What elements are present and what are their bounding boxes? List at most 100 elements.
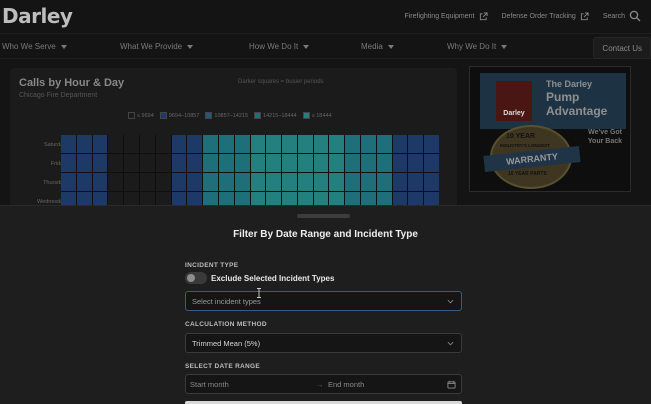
card-title: Calls by Hour & Day: [19, 77, 125, 89]
heatmap-cell: [282, 135, 297, 153]
nav-who-we-serve[interactable]: Who We Serve: [2, 42, 67, 51]
heatmap-cell: [392, 154, 408, 172]
heatmap-cell: [408, 173, 424, 191]
heatmap-cell: [345, 173, 361, 191]
heatmap-cell: [424, 154, 439, 172]
badge-subtitle: INDUSTRY'S LONGEST: [500, 143, 550, 148]
heatmap-cell: [313, 154, 329, 172]
badge-years: 10 YEAR: [506, 133, 536, 140]
heatmap-cell: [203, 173, 218, 191]
top-link-firefighting-equipment[interactable]: Firefighting Equipment: [404, 11, 488, 21]
pump-advantage-ad[interactable]: Darley The Darley Pump Advantage 10 YEAR…: [469, 66, 631, 192]
caret-down-icon: [303, 44, 310, 49]
exclude-incident-types-toggle[interactable]: [185, 272, 207, 284]
legend-item[interactable]: 14215–18444: [254, 112, 297, 119]
calendar-icon: [447, 380, 456, 389]
main-nav: Who We Serve What We Provide How We Do I…: [0, 33, 651, 59]
nav-media[interactable]: Media: [361, 42, 394, 51]
heatmap-cell: [297, 173, 313, 191]
legend-item[interactable]: ≤ 9694: [128, 112, 154, 119]
heatmap-cell: [187, 135, 203, 153]
heatmap-cell: [203, 135, 218, 153]
caret-down-icon: [387, 44, 394, 49]
legend-swatch: [205, 112, 213, 119]
text-cursor-icon: [257, 288, 261, 298]
darley-logo[interactable]: Darley: [2, 4, 73, 28]
heatmap-legend: ≤ 9694 9694–10857 10857–14215 14215–1844…: [128, 112, 332, 119]
calls-heatmap-card: Calls by Hour & Day Chicago Fire Departm…: [10, 68, 457, 218]
ad-line: Pump: [546, 90, 580, 104]
heatmap-cell: [297, 135, 313, 153]
heatmap-cell: [250, 173, 266, 191]
heatmap-cell: [266, 135, 282, 153]
contact-us-button[interactable]: Contact Us: [593, 37, 651, 59]
nav-how-we-do-it[interactable]: How We Do It: [249, 42, 310, 51]
search-icon: [629, 10, 641, 22]
date-range-label: SELECT DATE RANGE: [185, 363, 261, 370]
heatmap-cell: [376, 173, 392, 191]
heatmap-cell: [218, 173, 234, 191]
calculation-method-label: CALCULATION METHOD: [185, 321, 267, 328]
heatmap-cell: [234, 154, 250, 172]
badge-parts: 10 YEAR PARTS: [508, 171, 547, 177]
chevron-down-icon: [447, 341, 454, 346]
date-range-picker[interactable]: Start month → End month: [185, 374, 462, 394]
heatmap-cell: [361, 173, 376, 191]
sheet-drag-handle[interactable]: [297, 214, 350, 218]
top-link-defense-order-tracking[interactable]: Defense Order Tracking: [502, 11, 589, 21]
incident-type-select[interactable]: Select incident types: [185, 291, 462, 311]
calculation-method-value: Trimmed Mean (5%): [192, 339, 261, 348]
heatmap-cell: [361, 154, 376, 172]
heatmap-cell: [361, 135, 376, 153]
heatmap-cell: [345, 135, 361, 153]
heatmap-cell: [424, 135, 439, 153]
heatmap-cell: [61, 173, 76, 191]
end-month-input[interactable]: End month: [328, 380, 364, 389]
heatmap-cell: [345, 154, 361, 172]
heatmap-cell: [76, 135, 92, 153]
top-link-search[interactable]: Search: [603, 10, 641, 22]
heatmap-cell: [139, 154, 155, 172]
legend-swatch: [159, 112, 167, 119]
heatmap-cell: [76, 173, 92, 191]
heatmap-cell: [187, 173, 203, 191]
sheet-title: Filter By Date Range and Incident Type: [233, 229, 418, 240]
ad-logo: Darley: [496, 81, 532, 121]
heatmap-cell: [108, 154, 124, 172]
legend-swatch: [128, 112, 135, 119]
heatmap-cell: [61, 135, 76, 153]
heatmap-cell: [313, 135, 329, 153]
heatmap-cell: [139, 135, 155, 153]
heatmap-cell: [392, 135, 408, 153]
heatmap-cell: [139, 173, 155, 191]
heatmap-cell: [329, 135, 345, 153]
nav-what-we-provide[interactable]: What We Provide: [120, 42, 194, 51]
ad-line: Advantage: [546, 104, 608, 118]
start-month-input[interactable]: Start month: [190, 380, 229, 389]
heatmap-cell: [218, 154, 234, 172]
chevron-down-icon: [447, 299, 454, 304]
heatmap-cell: [282, 154, 297, 172]
calculation-method-select[interactable]: Trimmed Mean (5%): [185, 333, 462, 353]
incident-type-label: INCIDENT TYPE: [185, 262, 239, 269]
heatmap-cell: [250, 154, 266, 172]
heatmap-cell: [171, 173, 187, 191]
card-subtitle: Chicago Fire Department: [19, 92, 98, 99]
ad-tagline: We've Got: [588, 129, 622, 136]
legend-item[interactable]: 9694–10857: [159, 112, 199, 119]
heatmap-cell: [234, 173, 250, 191]
heatmap-cell: [297, 154, 313, 172]
legend-item[interactable]: ≥ 18444: [302, 112, 332, 119]
caret-down-icon: [187, 44, 194, 49]
legend-swatch: [254, 112, 262, 119]
external-link-icon: [580, 11, 589, 20]
external-link-icon: [479, 11, 488, 20]
heatmap-cell: [234, 135, 250, 153]
ad-banner: Darley The Darley Pump Advantage: [480, 73, 626, 129]
exclude-toggle-label: Exclude Selected Incident Types: [211, 274, 335, 283]
nav-why-we-do-it[interactable]: Why We Do It: [447, 42, 508, 51]
heatmap-cell: [266, 173, 282, 191]
heatmap-cell: [155, 135, 171, 153]
heatmap-cell: [92, 154, 108, 172]
legend-item[interactable]: 10857–14215: [205, 112, 248, 119]
